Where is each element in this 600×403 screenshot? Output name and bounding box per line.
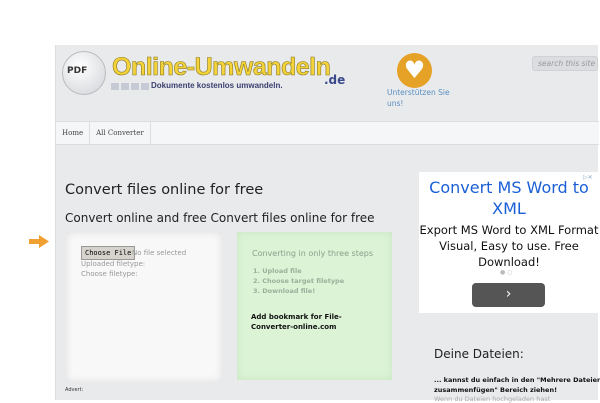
logo-tld: .de (324, 73, 346, 87)
heart-icon[interactable]: ♥ (397, 53, 432, 88)
nav-all-converter[interactable]: All Converter (90, 122, 151, 144)
page-subtitle: Convert online and free Convert files on… (65, 211, 375, 225)
search-input[interactable]: search this site (532, 56, 598, 71)
choose-filetype-label: Choose filetype: (81, 270, 138, 278)
nav-home[interactable]: Home (56, 122, 91, 144)
uploaded-filetype-label: Uploaded filetype: (81, 260, 146, 268)
ad-body: Export MS Word to XML Format Visual, Eas… (419, 223, 599, 269)
logo-icon[interactable]: PDF (62, 51, 106, 95)
ad-pagination-dots[interactable]: ● ○ (500, 269, 512, 276)
files-text: ... kannst du einfach in den "Mehrere Da… (434, 376, 600, 394)
file-status: No file selected (132, 249, 187, 257)
upload-panel: Choose File No file selected Uploaded fi… (66, 232, 222, 382)
bookmark-text[interactable]: Add bookmark for File-Converter-online.c… (251, 312, 381, 332)
logo-subtitle: Dokumente kostenlos umwandeln. (151, 81, 283, 90)
steps-panel: Converting in only three steps 1. Upload… (237, 232, 392, 380)
files-title: Deine Dateien: (434, 347, 524, 361)
files-more-text: Wenn du Dateien hochgeladen hast (434, 395, 551, 403)
ad-title[interactable]: Convert MS Word to XML (419, 177, 599, 219)
step-item: 1. Upload file (253, 267, 302, 275)
support-link[interactable]: Unterstützen Sie uns! (387, 87, 457, 109)
logo-title[interactable]: Online-Umwandeln (112, 53, 332, 82)
logo-decoration (111, 83, 149, 90)
arrow-right-icon (29, 235, 49, 248)
page-title: Convert files online for free (65, 182, 264, 198)
page-container: PDF Online-Umwandeln .de Dokumente koste… (55, 45, 600, 403)
advert-label: Advert: (65, 387, 84, 393)
step-item: 3. Download file! (253, 287, 316, 295)
choose-file-button[interactable]: Choose File (81, 246, 136, 260)
step-item: 2. Choose target filetype (253, 277, 345, 285)
steps-title: Converting in only three steps (252, 249, 374, 258)
nav-bar: Home All Converter (56, 121, 599, 145)
logo-icon-text: PDF (67, 66, 88, 76)
ad-next-button[interactable]: › (472, 283, 545, 307)
ad-banner[interactable]: ▷✕ Convert MS Word to XML Export MS Word… (419, 172, 599, 313)
